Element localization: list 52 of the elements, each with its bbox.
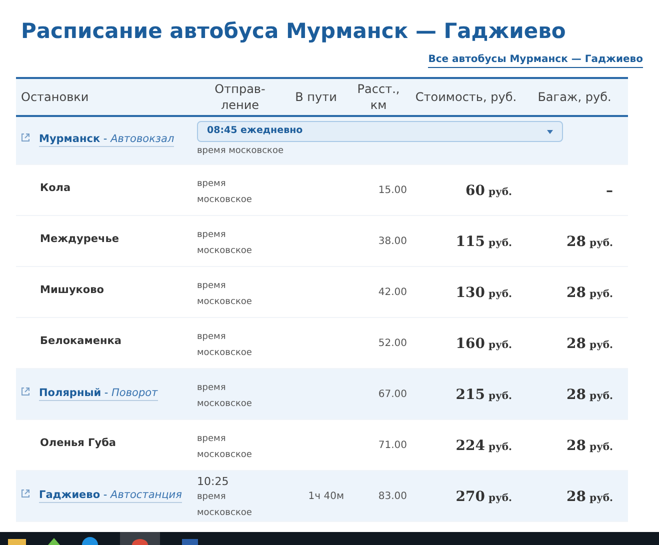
price-value: 115 руб. [456,233,512,252]
stop-name: Кола [40,181,71,196]
stop-name: Междуречье [40,232,119,247]
stop-name: Белокаменка [40,334,122,349]
time-note: время московское [197,382,253,411]
price-value: 160 руб. [456,335,512,354]
baggage-value: 28 руб. [566,233,613,252]
distance-value: 67.00 [378,388,407,402]
baggage-value: 28 руб. [566,335,613,354]
price-value: 60 руб. [465,182,512,201]
baggage-value: 28 руб. [566,488,613,507]
time-note: время московское [197,491,253,520]
price-value: 130 руб. [456,284,512,303]
distance-value: 52.00 [378,336,407,350]
time-note: время московское [197,331,253,360]
baggage-value: 28 руб. [566,284,613,303]
baggage-value: – [606,182,613,201]
stop-link[interactable]: Гаджиево - Автостанция [39,489,182,503]
arrival-time: 10:25 [197,475,230,489]
price-value: 224 руб. [456,437,512,456]
external-link-icon[interactable] [21,489,30,498]
external-link-icon[interactable] [21,387,30,396]
travel-time: 1ч 40м [308,490,344,504]
time-note: время московское [197,145,285,158]
stop-link[interactable]: Мурманск - Автовокзал [39,133,174,147]
distance-value: 15.00 [378,184,407,198]
distance-value: 71.00 [378,438,407,452]
baggage-value: 28 руб. [566,386,613,405]
column-header: Остановки [21,89,89,105]
stop-name: Мишуково [40,283,104,298]
time-note: время московское [197,229,253,258]
time-note: время московское [197,178,253,207]
price-value: 270 руб. [456,488,512,507]
all-buses-link[interactable]: Все автобусы Мурманск — Гаджиево [428,54,643,68]
distance-value: 38.00 [378,234,407,248]
stop-link[interactable]: Полярный - Поворот [39,387,158,401]
dropdown-caret-icon [547,130,553,134]
column-header: Стоимость, руб. [415,89,517,105]
column-header: В пути [295,89,337,105]
baggage-value: 28 руб. [566,437,613,456]
external-link-icon[interactable] [21,133,30,142]
column-header: Расст., км [357,81,400,113]
column-header: Багаж, руб. [538,89,612,105]
time-note: время московское [197,280,253,309]
column-header: Отправ- ление [214,81,266,113]
page-title: Расписание автобуса Мурманск — Гаджиево [20,18,567,45]
departure-dropdown[interactable]: 08:45 ежедневно [197,121,563,142]
stop-name: Оленья Губа [40,436,116,451]
price-value: 215 руб. [456,386,512,405]
time-note: время московское [197,433,253,462]
distance-value: 83.00 [378,490,407,504]
distance-value: 42.00 [378,286,407,300]
